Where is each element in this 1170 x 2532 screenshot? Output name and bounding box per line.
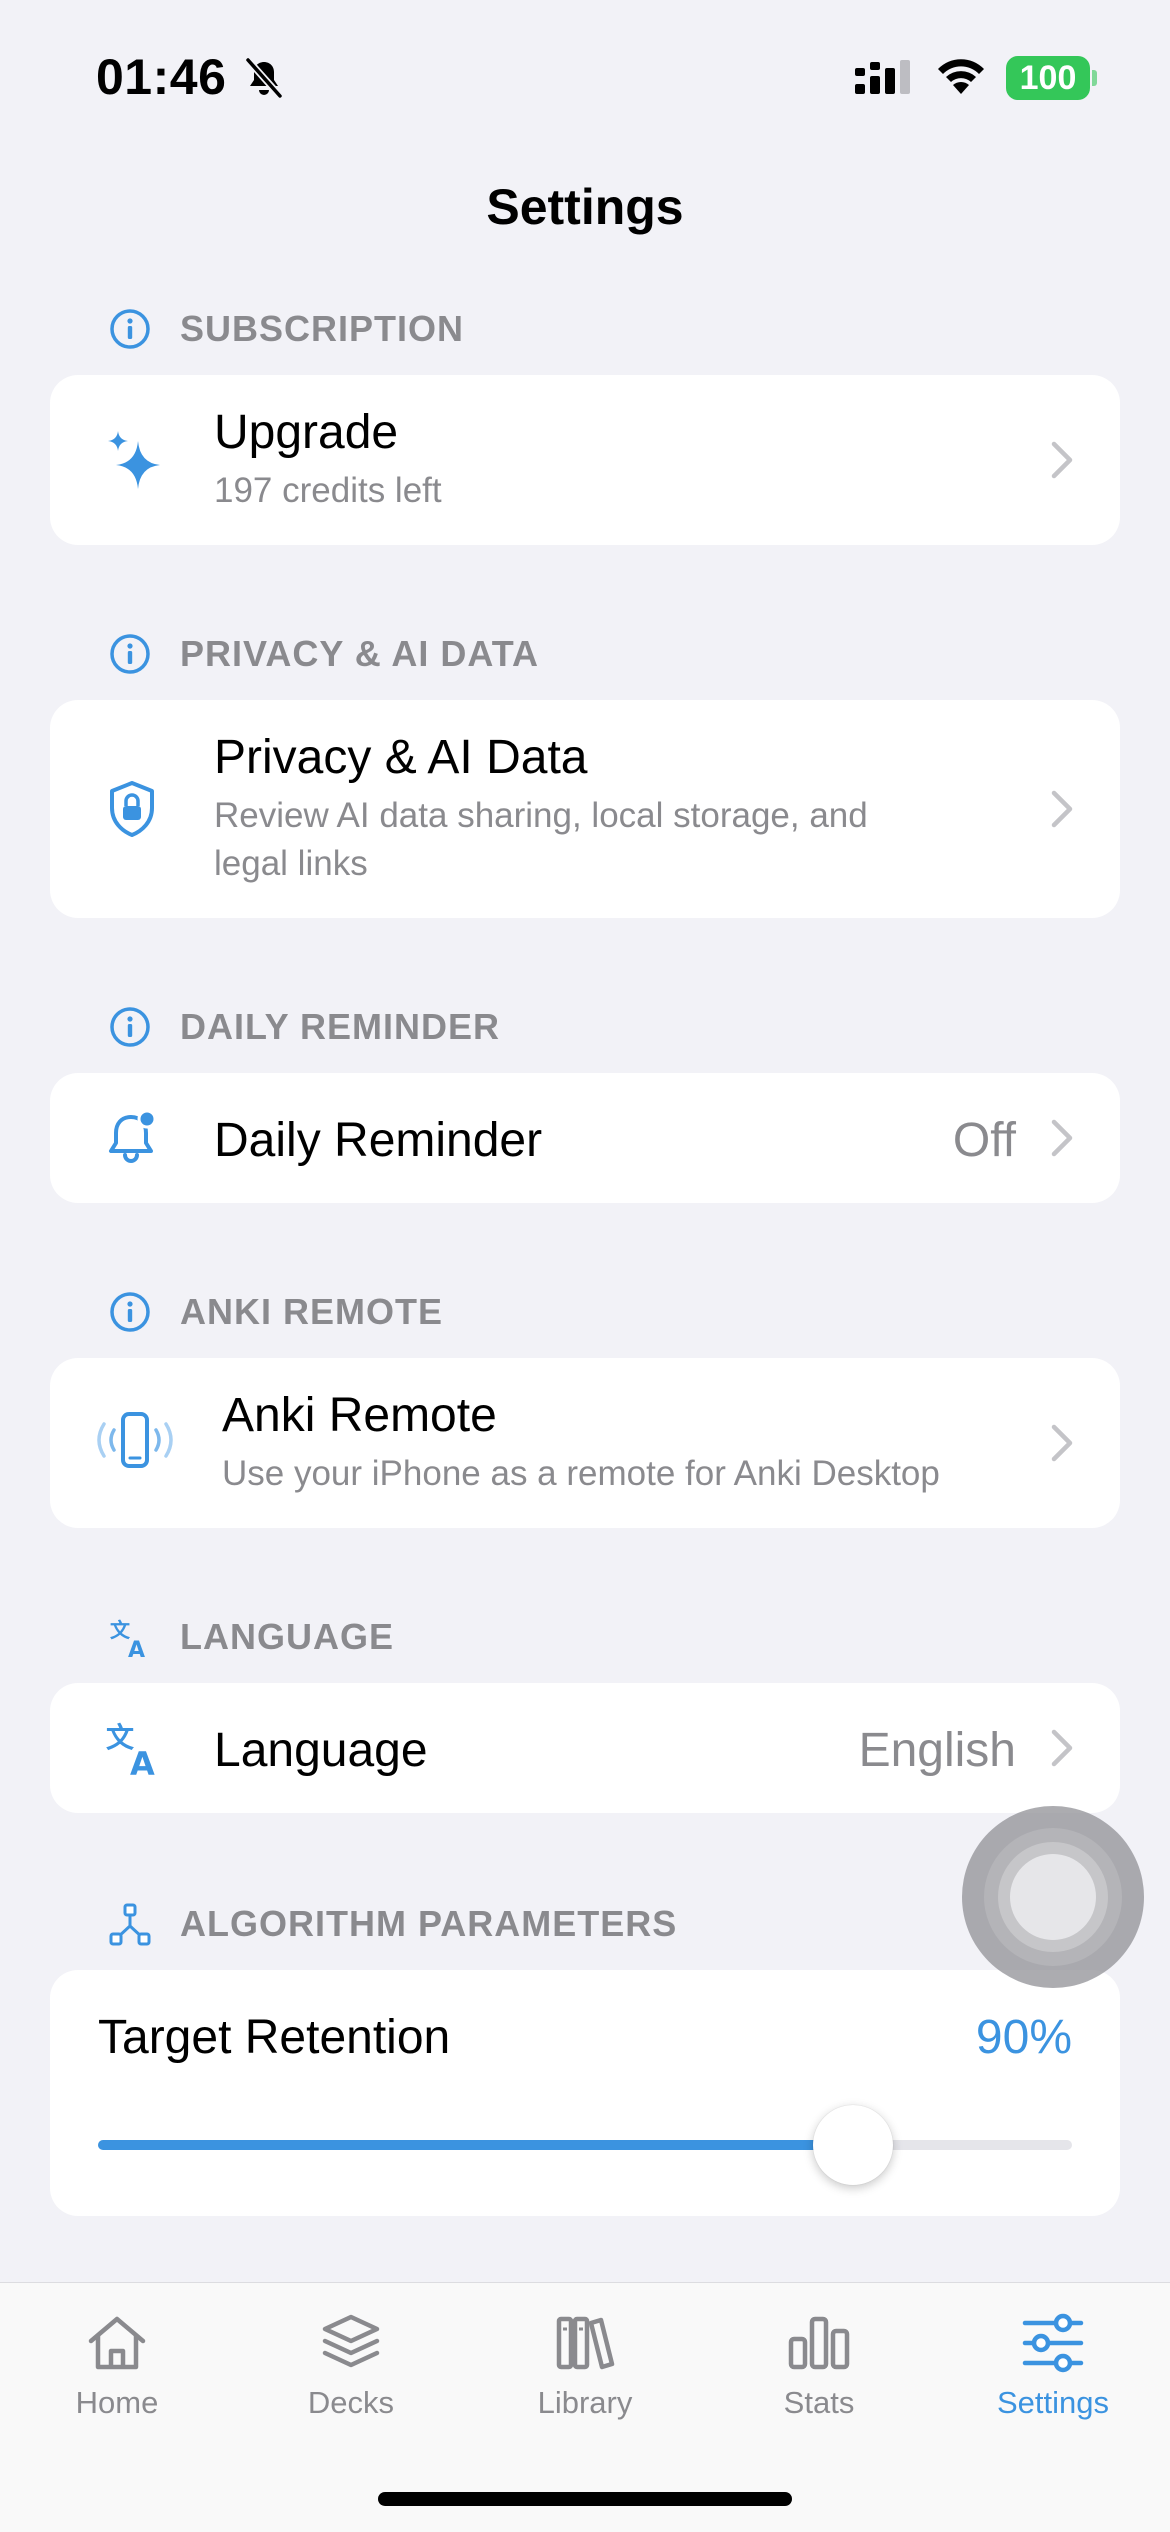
anki-remote-subtitle: Use your iPhone as a remote for Anki Des… <box>222 1454 940 1493</box>
lock-shield-icon <box>110 781 154 837</box>
section-header-reminder: DAILY REMINDER <box>108 1005 500 1049</box>
section-header-label: ALGORITHM PARAMETERS <box>180 1903 678 1944</box>
section-header-subscription: SUBSCRIPTION <box>108 307 464 351</box>
slider-thumb[interactable] <box>812 2105 893 2185</box>
language-title: Language <box>214 1724 428 1777</box>
section-header-algorithm: ALGORITHM PARAMETERS <box>108 1902 677 1946</box>
section-header-label: DAILY REMINDER <box>180 1006 501 1047</box>
upgrade-subtitle: 197 credits left <box>214 471 442 510</box>
assistive-touch-button[interactable] <box>962 1806 1144 1988</box>
section-header-label: PRIVACY & AI DATA <box>180 633 540 674</box>
stack-icon <box>322 2314 380 2368</box>
sliders-icon <box>1022 2313 1084 2373</box>
section-header-anki-remote: ANKI REMOTE <box>108 1290 443 1334</box>
tab-label: Stats <box>783 2385 855 2420</box>
bell-badge-icon <box>109 1109 157 1163</box>
status-time: 01:46 <box>96 49 227 105</box>
anki-remote-row[interactable]: Anki Remote Use your iPhone as a remote … <box>50 1358 1120 1528</box>
translate-icon: 文 A <box>106 1721 155 1779</box>
tab-settings[interactable]: Settings <box>936 2283 1170 2463</box>
tab-label: Home <box>75 2385 159 2420</box>
tab-label: Library <box>537 2385 633 2420</box>
privacy-ai-data-row[interactable]: Privacy & AI Data Review AI data sharing… <box>50 700 1120 918</box>
upgrade-row[interactable]: Upgrade 197 credits left <box>50 375 1120 545</box>
target-retention-slider[interactable] <box>98 2140 1072 2150</box>
info-icon <box>110 309 150 349</box>
info-icon <box>110 634 150 674</box>
section-header-label: LANGUAGE <box>180 1616 394 1657</box>
daily-reminder-value: Off <box>952 1114 1016 1167</box>
sparkles-icon <box>108 431 160 489</box>
privacy-title: Privacy & AI Data <box>214 731 588 784</box>
language-value: English <box>858 1724 1016 1777</box>
network-icon <box>109 1903 151 1946</box>
upgrade-title: Upgrade <box>214 406 399 459</box>
tab-library[interactable]: Library <box>468 2283 702 2463</box>
info-icon <box>110 1292 150 1332</box>
tab-label: Settings <box>996 2385 1109 2420</box>
chart-bar-icon <box>788 2316 850 2370</box>
tab-label: Decks <box>307 2385 395 2420</box>
section-header-label: ANKI REMOTE <box>180 1291 443 1332</box>
language-row[interactable]: 文 A Language English <box>50 1683 1120 1813</box>
battery-indicator: 100 <box>1006 56 1090 100</box>
daily-reminder-title: Daily Reminder <box>214 1114 543 1167</box>
target-retention-title: Target Retention <box>98 2011 451 2064</box>
cellular-signal-icon <box>855 60 910 94</box>
tab-home[interactable]: Home <box>0 2283 234 2463</box>
info-icon <box>110 1007 150 1047</box>
books-icon <box>556 2316 615 2370</box>
chevron-right-icon <box>1051 441 1073 479</box>
chevron-right-icon <box>1051 1729 1073 1767</box>
phone-waves-icon <box>97 1412 173 1468</box>
wifi-icon <box>938 59 984 94</box>
privacy-subtitle-line1: Review AI data sharing, local storage, a… <box>214 796 868 835</box>
assistive-touch-center <box>1010 1854 1096 1940</box>
chevron-right-icon <box>1051 1119 1073 1157</box>
svg-text:A: A <box>130 1745 155 1779</box>
battery-level: 100 <box>1019 58 1077 97</box>
slider-fill <box>98 2140 853 2150</box>
anki-remote-title: Anki Remote <box>222 1389 497 1442</box>
target-retention-card: Target Retention 90% <box>50 1970 1120 2216</box>
bell-slash-icon <box>245 57 283 99</box>
battery-cap <box>1092 70 1097 86</box>
chevron-right-icon <box>1051 790 1073 828</box>
status-bar: 01:46 100 <box>0 0 1170 150</box>
section-header-privacy: PRIVACY & AI DATA <box>108 632 539 676</box>
page-title: Settings <box>486 179 684 235</box>
section-header-label: SUBSCRIPTION <box>180 308 465 349</box>
tab-decks[interactable]: Decks <box>234 2283 468 2463</box>
section-header-language: 文 A LANGUAGE <box>108 1615 394 1659</box>
svg-text:A: A <box>128 1638 145 1659</box>
privacy-subtitle-line2: legal links <box>214 844 368 883</box>
daily-reminder-row[interactable]: Daily Reminder Off <box>50 1073 1120 1203</box>
tab-stats[interactable]: Stats <box>702 2283 936 2463</box>
chevron-right-icon <box>1051 1424 1073 1462</box>
home-indicator <box>378 2492 792 2506</box>
translate-icon: 文 A <box>110 1618 145 1659</box>
target-retention-value: 90% <box>975 2011 1072 2064</box>
house-icon <box>88 2316 146 2370</box>
